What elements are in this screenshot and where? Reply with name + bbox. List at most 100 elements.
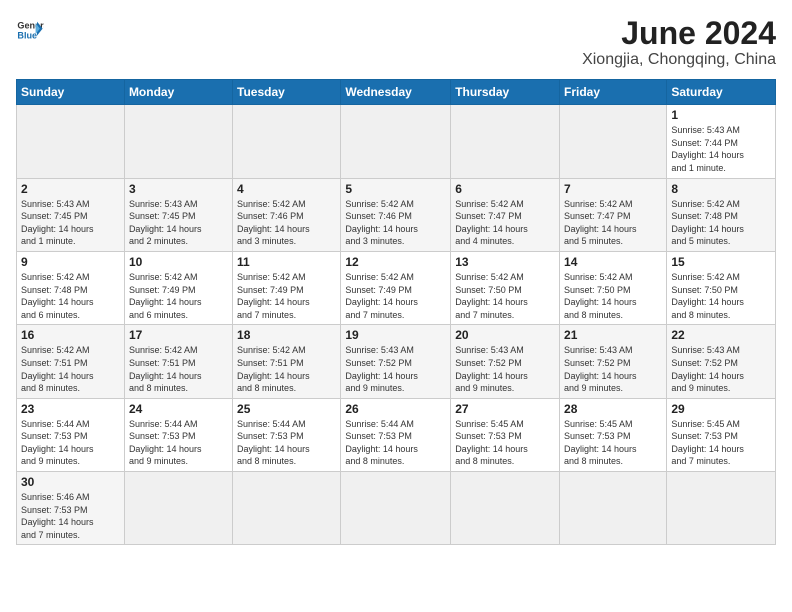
day-number: 28: [564, 402, 662, 416]
calendar-day-cell: 1Sunrise: 5:43 AM Sunset: 7:44 PM Daylig…: [667, 105, 776, 178]
calendar-day-cell: [451, 105, 560, 178]
day-info: Sunrise: 5:43 AM Sunset: 7:45 PM Dayligh…: [129, 198, 228, 248]
calendar-week-row: 9 Sunrise: 5:42 AM Sunset: 7:48 PM Daylig…: [17, 251, 776, 324]
day-number: 4: [237, 182, 336, 196]
day-number: 6: [455, 182, 555, 196]
calendar-day-cell: 6Sunrise: 5:42 AM Sunset: 7:47 PM Daylig…: [451, 178, 560, 251]
calendar-week-row: 2 Sunrise: 5:43 AM Sunset: 7:45 PM Daylig…: [17, 178, 776, 251]
calendar-day-cell: 10Sunrise: 5:42 AM Sunset: 7:49 PM Dayli…: [124, 251, 232, 324]
day-info: Sunrise: 5:42 AM Sunset: 7:46 PM Dayligh…: [237, 198, 336, 248]
day-number: 11: [237, 255, 336, 269]
day-info: Sunrise: 5:42 AM Sunset: 7:49 PM Dayligh…: [345, 271, 446, 321]
location-title: Xiongjia, Chongqing, China: [582, 51, 776, 69]
calendar-day-cell: 19 Sunrise: 5:43 AM Sunset: 7:52 PM Dayli…: [341, 325, 451, 398]
day-info: Sunrise: 5:42 AM Sunset: 7:50 PM Dayligh…: [455, 271, 555, 321]
calendar-day-cell: [560, 472, 667, 545]
day-info: Sunrise: 5:45 AM Sunset: 7:53 PM Dayligh…: [671, 418, 771, 468]
calendar-day-cell: 14 Sunrise: 5:42 AM Sunset: 7:50 PM Dayli…: [560, 251, 667, 324]
day-number: 14: [564, 255, 662, 269]
calendar-day-header: Tuesday: [233, 80, 341, 105]
day-number: 25: [237, 402, 336, 416]
day-number: 20: [455, 328, 555, 342]
calendar-day-cell: 15 Sunrise: 5:42 AM Sunset: 7:50 PM Dayli…: [667, 251, 776, 324]
calendar-day-cell: [667, 472, 776, 545]
day-number: 26: [345, 402, 446, 416]
day-info: Sunrise: 5:44 AM Sunset: 7:53 PM Dayligh…: [345, 418, 446, 468]
day-number: 24: [129, 402, 228, 416]
day-info: Sunrise: 5:43 AM Sunset: 7:52 PM Dayligh…: [345, 344, 446, 394]
day-info: Sunrise: 5:43 AM Sunset: 7:52 PM Dayligh…: [455, 344, 555, 394]
calendar-day-cell: 21Sunrise: 5:43 AM Sunset: 7:52 PM Dayli…: [560, 325, 667, 398]
month-title: June 2024: [582, 16, 776, 51]
calendar-day-cell: 2Sunrise: 5:43 AM Sunset: 7:45 PM Daylig…: [17, 178, 125, 251]
calendar-week-row: 30 Sunrise: 5:46 AM Sunset: 7:53 PM Dayli…: [17, 472, 776, 545]
calendar-day-cell: [341, 105, 451, 178]
calendar-week-row: 1Sunrise: 5:43 AM Sunset: 7:44 PM Daylig…: [17, 105, 776, 178]
day-info: Sunrise: 5:42 AM Sunset: 7:51 PM Dayligh…: [237, 344, 336, 394]
calendar-day-cell: 29Sunrise: 5:45 AM Sunset: 7:53 PM Dayli…: [667, 398, 776, 471]
day-number: 9: [21, 255, 120, 269]
day-info: Sunrise: 5:42 AM Sunset: 7:46 PM Dayligh…: [345, 198, 446, 248]
generalblue-logo-icon: General Blue: [16, 16, 44, 44]
day-number: 21: [564, 328, 662, 342]
calendar-header-row: SundayMondayTuesdayWednesdayThursdayFrid…: [17, 80, 776, 105]
calendar-day-cell: 9 Sunrise: 5:42 AM Sunset: 7:48 PM Daylig…: [17, 251, 125, 324]
calendar-day-header: Friday: [560, 80, 667, 105]
calendar-day-header: Saturday: [667, 80, 776, 105]
calendar-day-cell: 16 Sunrise: 5:42 AM Sunset: 7:51 PM Dayli…: [17, 325, 125, 398]
day-number: 10: [129, 255, 228, 269]
page: General Blue June 2024 Xiongjia, Chongqi…: [0, 0, 792, 555]
calendar-day-cell: 13 Sunrise: 5:42 AM Sunset: 7:50 PM Dayli…: [451, 251, 560, 324]
calendar-day-cell: 11 Sunrise: 5:42 AM Sunset: 7:49 PM Dayli…: [233, 251, 341, 324]
day-number: 30: [21, 475, 120, 489]
day-number: 16: [21, 328, 120, 342]
calendar-day-header: Monday: [124, 80, 232, 105]
calendar-day-cell: 28 Sunrise: 5:45 AM Sunset: 7:53 PM Dayli…: [560, 398, 667, 471]
day-number: 19: [345, 328, 446, 342]
day-info: Sunrise: 5:44 AM Sunset: 7:53 PM Dayligh…: [129, 418, 228, 468]
calendar-day-cell: 12 Sunrise: 5:42 AM Sunset: 7:49 PM Dayli…: [341, 251, 451, 324]
day-info: Sunrise: 5:42 AM Sunset: 7:48 PM Dayligh…: [21, 271, 120, 321]
calendar-day-cell: [233, 105, 341, 178]
day-info: Sunrise: 5:42 AM Sunset: 7:51 PM Dayligh…: [129, 344, 228, 394]
calendar-day-cell: 20 Sunrise: 5:43 AM Sunset: 7:52 PM Dayli…: [451, 325, 560, 398]
day-info: Sunrise: 5:42 AM Sunset: 7:49 PM Dayligh…: [237, 271, 336, 321]
calendar-day-cell: 25Sunrise: 5:44 AM Sunset: 7:53 PM Dayli…: [233, 398, 341, 471]
calendar-day-cell: [341, 472, 451, 545]
day-info: Sunrise: 5:43 AM Sunset: 7:44 PM Dayligh…: [671, 124, 771, 174]
calendar-day-cell: 4 Sunrise: 5:42 AM Sunset: 7:46 PM Daylig…: [233, 178, 341, 251]
calendar-day-header: Sunday: [17, 80, 125, 105]
calendar-day-cell: 27Sunrise: 5:45 AM Sunset: 7:53 PM Dayli…: [451, 398, 560, 471]
logo: General Blue: [16, 16, 44, 44]
day-info: Sunrise: 5:42 AM Sunset: 7:51 PM Dayligh…: [21, 344, 120, 394]
calendar-day-cell: [233, 472, 341, 545]
day-info: Sunrise: 5:45 AM Sunset: 7:53 PM Dayligh…: [564, 418, 662, 468]
svg-text:Blue: Blue: [17, 30, 37, 40]
day-number: 27: [455, 402, 555, 416]
day-info: Sunrise: 5:42 AM Sunset: 7:47 PM Dayligh…: [564, 198, 662, 248]
calendar-day-cell: [17, 105, 125, 178]
header: General Blue June 2024 Xiongjia, Chongqi…: [16, 16, 776, 69]
day-number: 12: [345, 255, 446, 269]
day-number: 7: [564, 182, 662, 196]
day-info: Sunrise: 5:44 AM Sunset: 7:53 PM Dayligh…: [21, 418, 120, 468]
calendar-day-cell: [451, 472, 560, 545]
day-number: 2: [21, 182, 120, 196]
day-info: Sunrise: 5:42 AM Sunset: 7:50 PM Dayligh…: [564, 271, 662, 321]
title-block: June 2024 Xiongjia, Chongqing, China: [582, 16, 776, 69]
calendar-day-cell: [560, 105, 667, 178]
day-number: 18: [237, 328, 336, 342]
day-number: 17: [129, 328, 228, 342]
day-number: 15: [671, 255, 771, 269]
day-number: 13: [455, 255, 555, 269]
calendar-day-cell: 8Sunrise: 5:42 AM Sunset: 7:48 PM Daylig…: [667, 178, 776, 251]
calendar-day-cell: 23Sunrise: 5:44 AM Sunset: 7:53 PM Dayli…: [17, 398, 125, 471]
calendar-week-row: 16 Sunrise: 5:42 AM Sunset: 7:51 PM Dayli…: [17, 325, 776, 398]
day-info: Sunrise: 5:42 AM Sunset: 7:48 PM Dayligh…: [671, 198, 771, 248]
calendar-day-cell: 5Sunrise: 5:42 AM Sunset: 7:46 PM Daylig…: [341, 178, 451, 251]
calendar-day-cell: 18 Sunrise: 5:42 AM Sunset: 7:51 PM Dayli…: [233, 325, 341, 398]
day-info: Sunrise: 5:42 AM Sunset: 7:50 PM Dayligh…: [671, 271, 771, 321]
day-info: Sunrise: 5:46 AM Sunset: 7:53 PM Dayligh…: [21, 491, 120, 541]
calendar-day-cell: [124, 105, 232, 178]
calendar-day-cell: 22Sunrise: 5:43 AM Sunset: 7:52 PM Dayli…: [667, 325, 776, 398]
